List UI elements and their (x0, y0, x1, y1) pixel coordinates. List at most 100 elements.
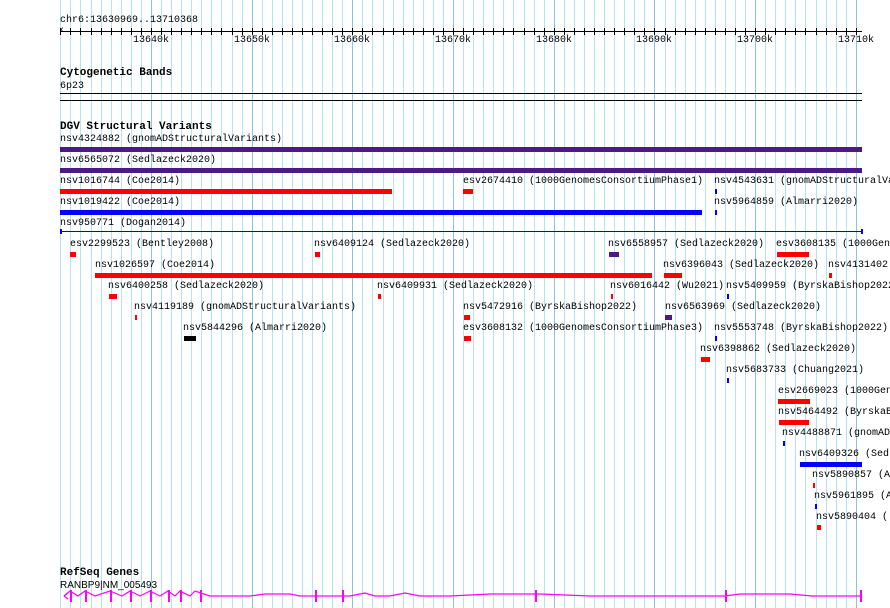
sv-feature-label[interactable]: nsv4488871 (gnomAD (782, 428, 890, 439)
sv-feature-bar[interactable] (727, 378, 729, 383)
sv-feature-bar[interactable] (135, 315, 137, 320)
ruler-tick (594, 28, 595, 35)
sv-feature-label[interactable]: nsv5961895 (A (814, 491, 890, 502)
sv-feature-bar[interactable] (664, 273, 682, 278)
sv-feature-bar[interactable] (727, 294, 729, 299)
sv-feature-bar[interactable] (315, 252, 320, 257)
sv-feature-bar[interactable] (701, 357, 710, 362)
ruler-tick-label: 13680k (536, 35, 573, 46)
sv-feature-bar[interactable] (715, 210, 717, 215)
ruler-tick (433, 28, 434, 35)
sv-feature-bar[interactable] (378, 294, 381, 299)
grid-line (413, 0, 414, 608)
grid-line (101, 0, 102, 608)
sv-feature-label[interactable]: nsv6558957 (Sedlazeck2020) (608, 239, 764, 250)
ruler-tick (856, 28, 857, 35)
sv-feature-bar[interactable] (829, 273, 832, 278)
sv-feature-bar[interactable] (779, 420, 809, 425)
sv-feature-label[interactable]: nsv6016442 (Wu2021) (610, 281, 724, 292)
sv-feature-label[interactable]: nsv6409931 (Sedlazeck2020) (377, 281, 533, 292)
sv-feature-bar[interactable] (777, 252, 809, 257)
sv-feature-label[interactable]: nsv5409959 (ByrskaBishop2022 (726, 281, 890, 292)
sv-feature-label[interactable]: nsv6409124 (Sedlazeck2020) (314, 239, 470, 250)
sv-feature-label[interactable]: esv3608135 (1000Gen (776, 239, 890, 250)
ruler-tick (654, 28, 655, 35)
sv-feature-bar[interactable] (60, 231, 862, 232)
sv-feature-bar[interactable] (109, 294, 117, 299)
sv-feature-bar[interactable] (813, 483, 815, 488)
sv-feature-bar[interactable] (715, 336, 717, 341)
track-divider (60, 100, 862, 101)
cytobands-track-title[interactable]: Cytogenetic Bands (60, 67, 172, 79)
sv-feature-label[interactable]: nsv4119189 (gnomADStructuralVariants) (134, 302, 356, 313)
sv-feature-bar[interactable] (60, 189, 392, 194)
sv-feature-label[interactable]: nsv1019422 (Coe2014) (60, 197, 180, 208)
sv-feature-bar[interactable] (609, 252, 619, 257)
sv-feature-bar[interactable] (184, 336, 196, 341)
sv-feature-label[interactable]: nsv4324882 (gnomADStructuralVariants) (60, 134, 282, 145)
ruler-tick (201, 28, 202, 35)
sv-feature-bar[interactable] (95, 273, 652, 278)
sv-feature-bar[interactable] (783, 441, 785, 446)
ruler-tick (342, 28, 343, 35)
sv-feature-bar[interactable] (464, 315, 470, 320)
sv-feature-label[interactable]: nsv6396043 (Sedlazeck2020) (663, 260, 819, 271)
grid-line (121, 0, 122, 608)
sv-feature-label[interactable]: esv2669023 (1000Gen (778, 386, 890, 397)
sv-feature-bar[interactable] (464, 336, 471, 341)
gene-model[interactable] (0, 588, 890, 608)
sv-feature-bar[interactable] (60, 210, 702, 215)
sv-feature-label[interactable]: nsv4131402 (828, 260, 888, 271)
sv-feature-bar[interactable] (70, 252, 76, 257)
sv-feature-label[interactable]: nsv5890857 (A (812, 470, 890, 481)
sv-feature-label[interactable]: nsv4543631 (gnomADStructuralVa (714, 176, 890, 187)
grid-line (131, 0, 132, 608)
sv-feature-label[interactable]: nsv950771 (Dogan2014) (60, 218, 186, 229)
grid-line (362, 0, 363, 608)
sv-feature-bar[interactable] (463, 189, 473, 194)
gene-exon (860, 590, 862, 602)
ruler-tick (574, 28, 575, 35)
sv-feature-label[interactable]: nsv5964859 (Almarri2020) (714, 197, 858, 208)
sv-feature-bar[interactable] (817, 525, 821, 530)
sv-feature-label[interactable]: nsv5472916 (ByrskaBishop2022) (463, 302, 637, 313)
sv-feature-label[interactable]: nsv5683733 (Chuang2021) (726, 365, 864, 376)
sv-feature-bar[interactable] (715, 189, 717, 194)
grid-line (393, 0, 394, 608)
sv-feature-label[interactable]: nsv6400258 (Sedlazeck2020) (108, 281, 264, 292)
sv-feature-bar[interactable] (815, 504, 817, 509)
sv-feature-bar[interactable] (665, 315, 672, 320)
sv-feature-label[interactable]: nsv1026597 (Coe2014) (95, 260, 215, 271)
sv-feature-label[interactable]: esv3608132 (1000GenomesConsortiumPhase3) (463, 323, 703, 334)
sv-feature-bar[interactable] (60, 168, 862, 173)
sv-feature-label[interactable]: nsv1016744 (Coe2014) (60, 176, 180, 187)
ruler-tick (725, 28, 726, 35)
sv-feature-label[interactable]: nsv5464492 (ByrskaB (778, 407, 890, 418)
ruler-tick (332, 28, 333, 35)
sv-feature-label[interactable]: nsv5890404 ( (816, 512, 888, 523)
gene-exon (315, 590, 317, 602)
sv-feature-label[interactable]: nsv5553748 (ByrskaBishop2022) (714, 323, 888, 334)
sv-feature-label[interactable]: esv2299523 (Bentley2008) (70, 239, 214, 250)
dgv-track-title[interactable]: DGV Structural Variants (60, 121, 212, 133)
sv-feature-label[interactable]: nsv6565072 (Sedlazeck2020) (60, 155, 216, 166)
ruler-tick (685, 28, 686, 35)
sv-feature-bar[interactable] (60, 147, 862, 152)
ruler-tick (836, 28, 837, 35)
gene-exon (725, 590, 727, 602)
cytoband-bar[interactable] (60, 93, 862, 94)
sv-feature-label[interactable]: nsv5844296 (Almarri2020) (183, 323, 327, 334)
sv-feature-bar[interactable] (800, 462, 862, 467)
sv-feature-label[interactable]: esv2674410 (1000GenomesConsortiumPhase1) (463, 176, 703, 187)
gene-exon (150, 590, 152, 602)
ruler-tick (453, 28, 454, 35)
refseq-track-title[interactable]: RefSeq Genes (60, 567, 139, 579)
ruler-tick (60, 28, 61, 35)
sv-feature-label[interactable]: nsv6409326 (Sed (799, 449, 889, 460)
sv-feature-label[interactable]: nsv6398862 (Sedlazeck2020) (700, 344, 856, 355)
grid-line (91, 0, 92, 608)
grid-line (654, 0, 655, 608)
sv-feature-label[interactable]: nsv6563969 (Sedlazeck2020) (665, 302, 821, 313)
sv-feature-bar[interactable] (778, 399, 810, 404)
sv-feature-bar[interactable] (611, 294, 613, 299)
